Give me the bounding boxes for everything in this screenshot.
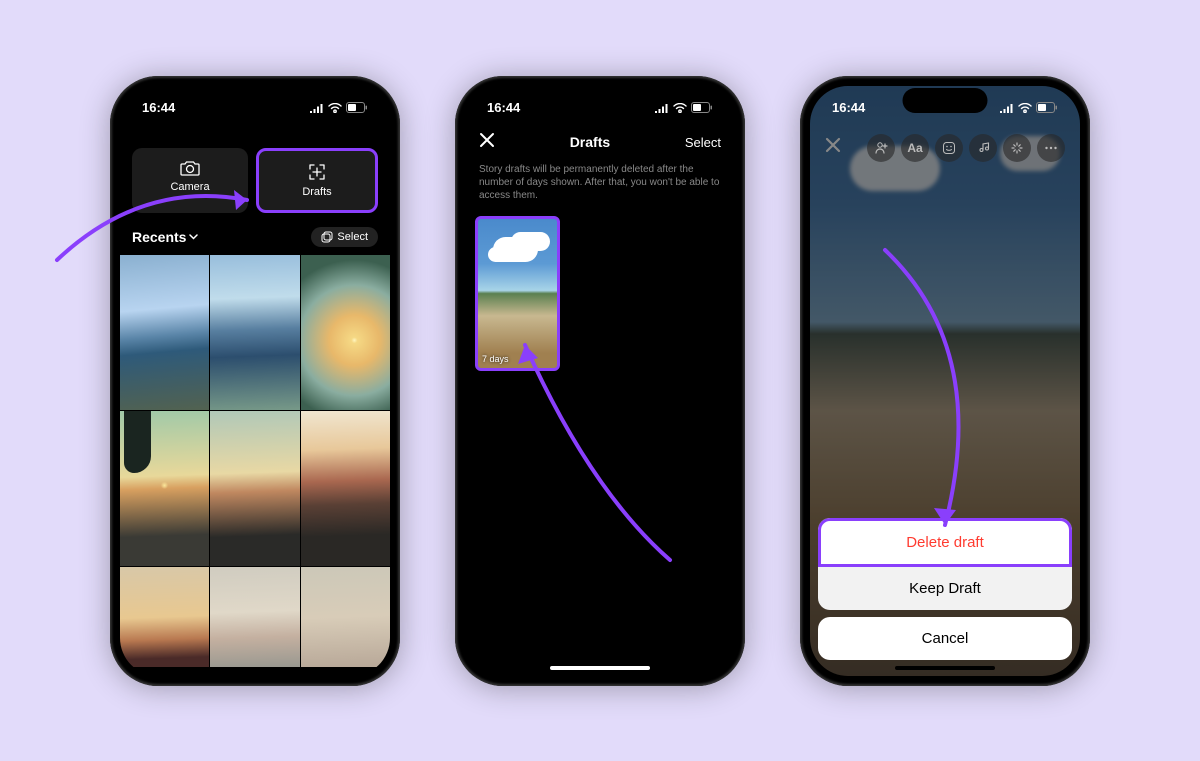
photo-thumb[interactable] (210, 567, 299, 667)
story-toolbar: Aa (810, 134, 1080, 162)
signal-icon (654, 103, 669, 113)
tag-person-icon[interactable] (867, 134, 895, 162)
action-sheet: Delete draft Keep Draft Cancel (818, 518, 1072, 660)
phone-screen: 16:44 Aa Delete draft Keep Draft (810, 86, 1080, 676)
home-indicator[interactable] (550, 666, 650, 670)
close-icon[interactable] (825, 137, 841, 158)
delete-draft-button[interactable]: Delete draft (818, 518, 1072, 567)
status-icons (309, 102, 368, 113)
photo-thumb[interactable] (120, 411, 209, 566)
select-button[interactable]: Select (685, 135, 721, 150)
status-time: 16:44 (832, 100, 865, 115)
drafts-button[interactable]: Drafts (256, 148, 378, 213)
camera-icon (180, 160, 200, 176)
draft-days-badge: 7 days (482, 354, 509, 364)
cancel-button[interactable]: Cancel (818, 617, 1072, 660)
music-icon[interactable] (969, 134, 997, 162)
phone-2: 16:44 Drafts Select Story drafts will be… (455, 76, 745, 686)
photo-thumb[interactable] (210, 411, 299, 566)
status-icons (654, 102, 713, 113)
close-icon[interactable] (479, 132, 495, 153)
photo-thumb[interactable] (210, 255, 299, 410)
photo-thumb[interactable] (301, 411, 390, 566)
photo-thumb[interactable] (301, 567, 390, 667)
phone-screen: 16:44 Drafts Select Story drafts will be… (465, 86, 735, 676)
drafts-title: Drafts (570, 134, 610, 150)
battery-icon (1036, 102, 1058, 113)
photo-thumb[interactable] (120, 567, 209, 667)
status-time: 16:44 (487, 100, 520, 115)
drafts-description: Story drafts will be permanently deleted… (465, 161, 735, 212)
camera-button[interactable]: Camera (132, 148, 248, 213)
notch (903, 88, 988, 113)
wifi-icon (328, 103, 342, 113)
home-indicator[interactable] (895, 666, 995, 670)
more-icon[interactable] (1037, 134, 1065, 162)
status-time: 16:44 (142, 100, 175, 115)
keep-draft-button[interactable]: Keep Draft (818, 567, 1072, 610)
top-buttons: Camera Drafts (120, 130, 390, 221)
decorative-cloud (493, 237, 538, 262)
recents-row: Recents Select (120, 221, 390, 255)
photo-grid (120, 255, 390, 667)
drafts-icon (308, 163, 326, 181)
select-label: Select (337, 231, 368, 243)
signal-icon (309, 103, 324, 113)
phone-screen: 16:44 Camera Drafts Recents (120, 86, 390, 676)
signal-icon (999, 103, 1014, 113)
battery-icon (346, 102, 368, 113)
phone-3: 16:44 Aa Delete draft Keep Draft (800, 76, 1090, 686)
notch (558, 88, 643, 113)
battery-icon (691, 102, 713, 113)
text-icon[interactable]: Aa (901, 134, 929, 162)
wifi-icon (1018, 103, 1032, 113)
photo-thumb[interactable] (301, 255, 390, 410)
sheet-group: Delete draft Keep Draft (818, 518, 1072, 610)
drafts-header: Drafts Select (465, 130, 735, 161)
effects-icon[interactable] (1003, 134, 1031, 162)
chevron-down-icon (189, 234, 198, 240)
draft-thumbnail[interactable]: 7 days (475, 216, 560, 371)
notch (213, 88, 298, 113)
wifi-icon (673, 103, 687, 113)
sticker-icon[interactable] (935, 134, 963, 162)
drafts-label: Drafts (302, 186, 331, 198)
camera-label: Camera (170, 181, 209, 193)
status-icons (999, 102, 1058, 113)
recents-dropdown[interactable]: Recents (132, 229, 198, 245)
select-button[interactable]: Select (311, 227, 378, 247)
photo-thumb[interactable] (120, 255, 209, 410)
phone-1: 16:44 Camera Drafts Recents (110, 76, 400, 686)
recents-text: Recents (132, 229, 186, 245)
multiselect-icon (321, 231, 333, 243)
